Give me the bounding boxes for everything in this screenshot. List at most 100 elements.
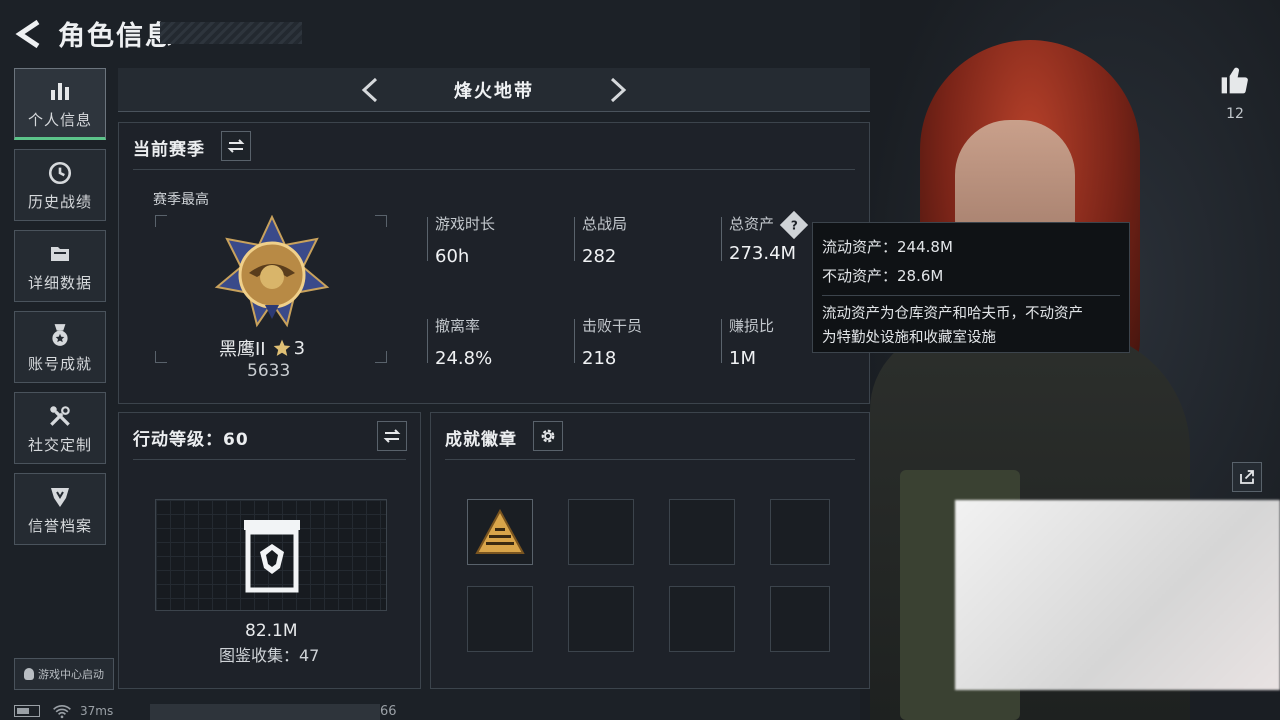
badge-slot[interactable] (770, 499, 830, 565)
medal-icon (52, 323, 68, 346)
stat-label: 撤离率 (435, 317, 481, 335)
badges-settings-button[interactable] (533, 421, 563, 451)
badge-slot[interactable] (669, 586, 735, 652)
sidebar-item-reputation[interactable]: 信誉档案 (14, 473, 106, 545)
collection-value: 82.1M (245, 621, 298, 641)
blurred-bar (150, 704, 380, 720)
season-switch-button[interactable] (221, 131, 251, 161)
sidebar-item-label: 历史战绩 (27, 192, 92, 211)
season-title: 当前赛季 (133, 140, 205, 160)
game-center-label: 游戏中心启动 (38, 668, 104, 681)
stat-label: 击败干员 (582, 317, 643, 335)
stat-extraction-rate: 撤离率 24.8% (435, 315, 555, 369)
action-level-panel: 行动等级：60 82.1M 图鉴收集：47 (118, 412, 421, 689)
season-panel: 当前赛季 赛季最高 黑鹰II 3 5633 游戏时长 60h 总战局 282 总… (118, 122, 870, 404)
like-count: 12 (1226, 106, 1244, 122)
help-icon[interactable]: ? (779, 210, 809, 239)
rank-score: 5633 (247, 361, 291, 381)
header: 角色信息 (14, 14, 174, 53)
stat-divider (427, 319, 428, 363)
status-bar: 37ms (14, 703, 113, 719)
badge-slot[interactable] (467, 586, 533, 652)
season-best-label: 赛季最高 (153, 192, 209, 208)
battery-icon (14, 705, 40, 717)
stat-operators-defeated: 击败干员 218 (582, 315, 702, 369)
bar-chart-icon (51, 82, 69, 100)
badge-slot[interactable] (568, 586, 634, 652)
stat-value: 60h (435, 246, 470, 267)
back-button[interactable] (14, 16, 44, 52)
badges-title: 成就徽章 (445, 430, 517, 450)
sidebar: 个人信息 历史战绩 详细数据 账号成就 社交定制 信誉档案 (14, 68, 106, 554)
prev-mode-icon[interactable] (358, 77, 384, 103)
back-arrow-icon (15, 19, 40, 48)
gear-icon (541, 429, 555, 443)
divider (133, 169, 855, 170)
rank-title: 黑鹰II (219, 339, 266, 360)
ping-text: 37ms (80, 704, 114, 718)
like-button[interactable]: 12 (1217, 64, 1253, 124)
stat-divider (574, 319, 575, 363)
mode-selector: 烽火地带 (118, 68, 870, 112)
stat-divider (574, 217, 575, 261)
collection-display (155, 499, 387, 611)
stat-label: 游戏时长 (435, 215, 496, 233)
badges-panel: 成就徽章 (430, 412, 870, 689)
share-icon (1240, 470, 1254, 484)
star-icon (273, 339, 290, 356)
divider (445, 459, 855, 460)
history-clock-icon (48, 161, 72, 184)
wifi-icon (53, 705, 71, 719)
stat-value: 282 (582, 246, 617, 267)
rank-stars: 3 (293, 337, 306, 359)
stat-total-matches: 总战局 282 (582, 213, 702, 267)
collection-count: 图鉴收集：47 (219, 646, 320, 665)
assets-tooltip: 流动资产：244.8M 不动资产：28.6M 流动资产为仓库资产和哈夫币，不动资… (812, 222, 1130, 353)
next-mode-icon[interactable] (604, 77, 630, 103)
sidebar-item-label: 个人信息 (27, 110, 92, 129)
tools-icon (50, 405, 70, 426)
title-decoration (160, 22, 302, 44)
tooltip-fixed-assets: 不动资产：28.6M (822, 267, 944, 285)
tooltip-divider (822, 295, 1120, 296)
blurred-region (955, 500, 1280, 690)
badge-slot[interactable] (669, 499, 735, 565)
shield-badge-icon (51, 487, 69, 507)
stat-value: 218 (582, 348, 617, 369)
page-title: 角色信息 (58, 21, 174, 52)
sidebar-item-personal-info[interactable]: 个人信息 (14, 68, 106, 140)
sidebar-item-detailed-data[interactable]: 详细数据 (14, 230, 106, 302)
sidebar-item-label: 详细数据 (27, 273, 92, 292)
badge-slot[interactable] (770, 586, 830, 652)
stat-divider (427, 217, 428, 261)
action-level-switch-button[interactable] (377, 421, 407, 451)
stat-play-time: 游戏时长 60h (435, 213, 555, 267)
tooltip-note-line2: 为特勤处设施和收藏室设施 (822, 330, 996, 346)
pyramid-badge-icon (475, 509, 525, 554)
sidebar-item-label: 账号成就 (27, 354, 92, 373)
stat-value: 24.8% (435, 348, 493, 369)
share-button[interactable] (1232, 462, 1262, 492)
stat-label: 总战局 (582, 215, 628, 233)
badge-slot[interactable] (467, 499, 533, 565)
action-level-title: 行动等级：60 (133, 430, 249, 450)
swap-icon (383, 429, 401, 443)
badge-slot[interactable] (568, 499, 634, 565)
tooltip-liquid-assets: 流动资产：244.8M (822, 238, 953, 256)
sidebar-item-label: 社交定制 (27, 435, 92, 454)
sidebar-item-social[interactable]: 社交定制 (14, 392, 106, 464)
folder-icon (51, 246, 69, 261)
sidebar-item-achievements[interactable]: 账号成就 (14, 311, 106, 383)
stat-label-text: 总资产 (729, 215, 775, 233)
thumbs-up-icon (1221, 67, 1248, 94)
sidebar-item-history[interactable]: 历史战绩 (14, 149, 106, 221)
status-number: 66 (380, 704, 397, 719)
mode-label: 烽火地带 (454, 80, 534, 102)
rank-name: 黑鹰II 3 (219, 335, 305, 361)
stat-divider (721, 319, 722, 363)
swap-icon (227, 139, 245, 153)
rank-medal-icon (214, 215, 330, 328)
game-center-launch-button[interactable]: 游戏中心启动 (14, 658, 114, 690)
sidebar-item-label: 信誉档案 (27, 516, 92, 535)
collection-vault-icon (244, 520, 300, 593)
